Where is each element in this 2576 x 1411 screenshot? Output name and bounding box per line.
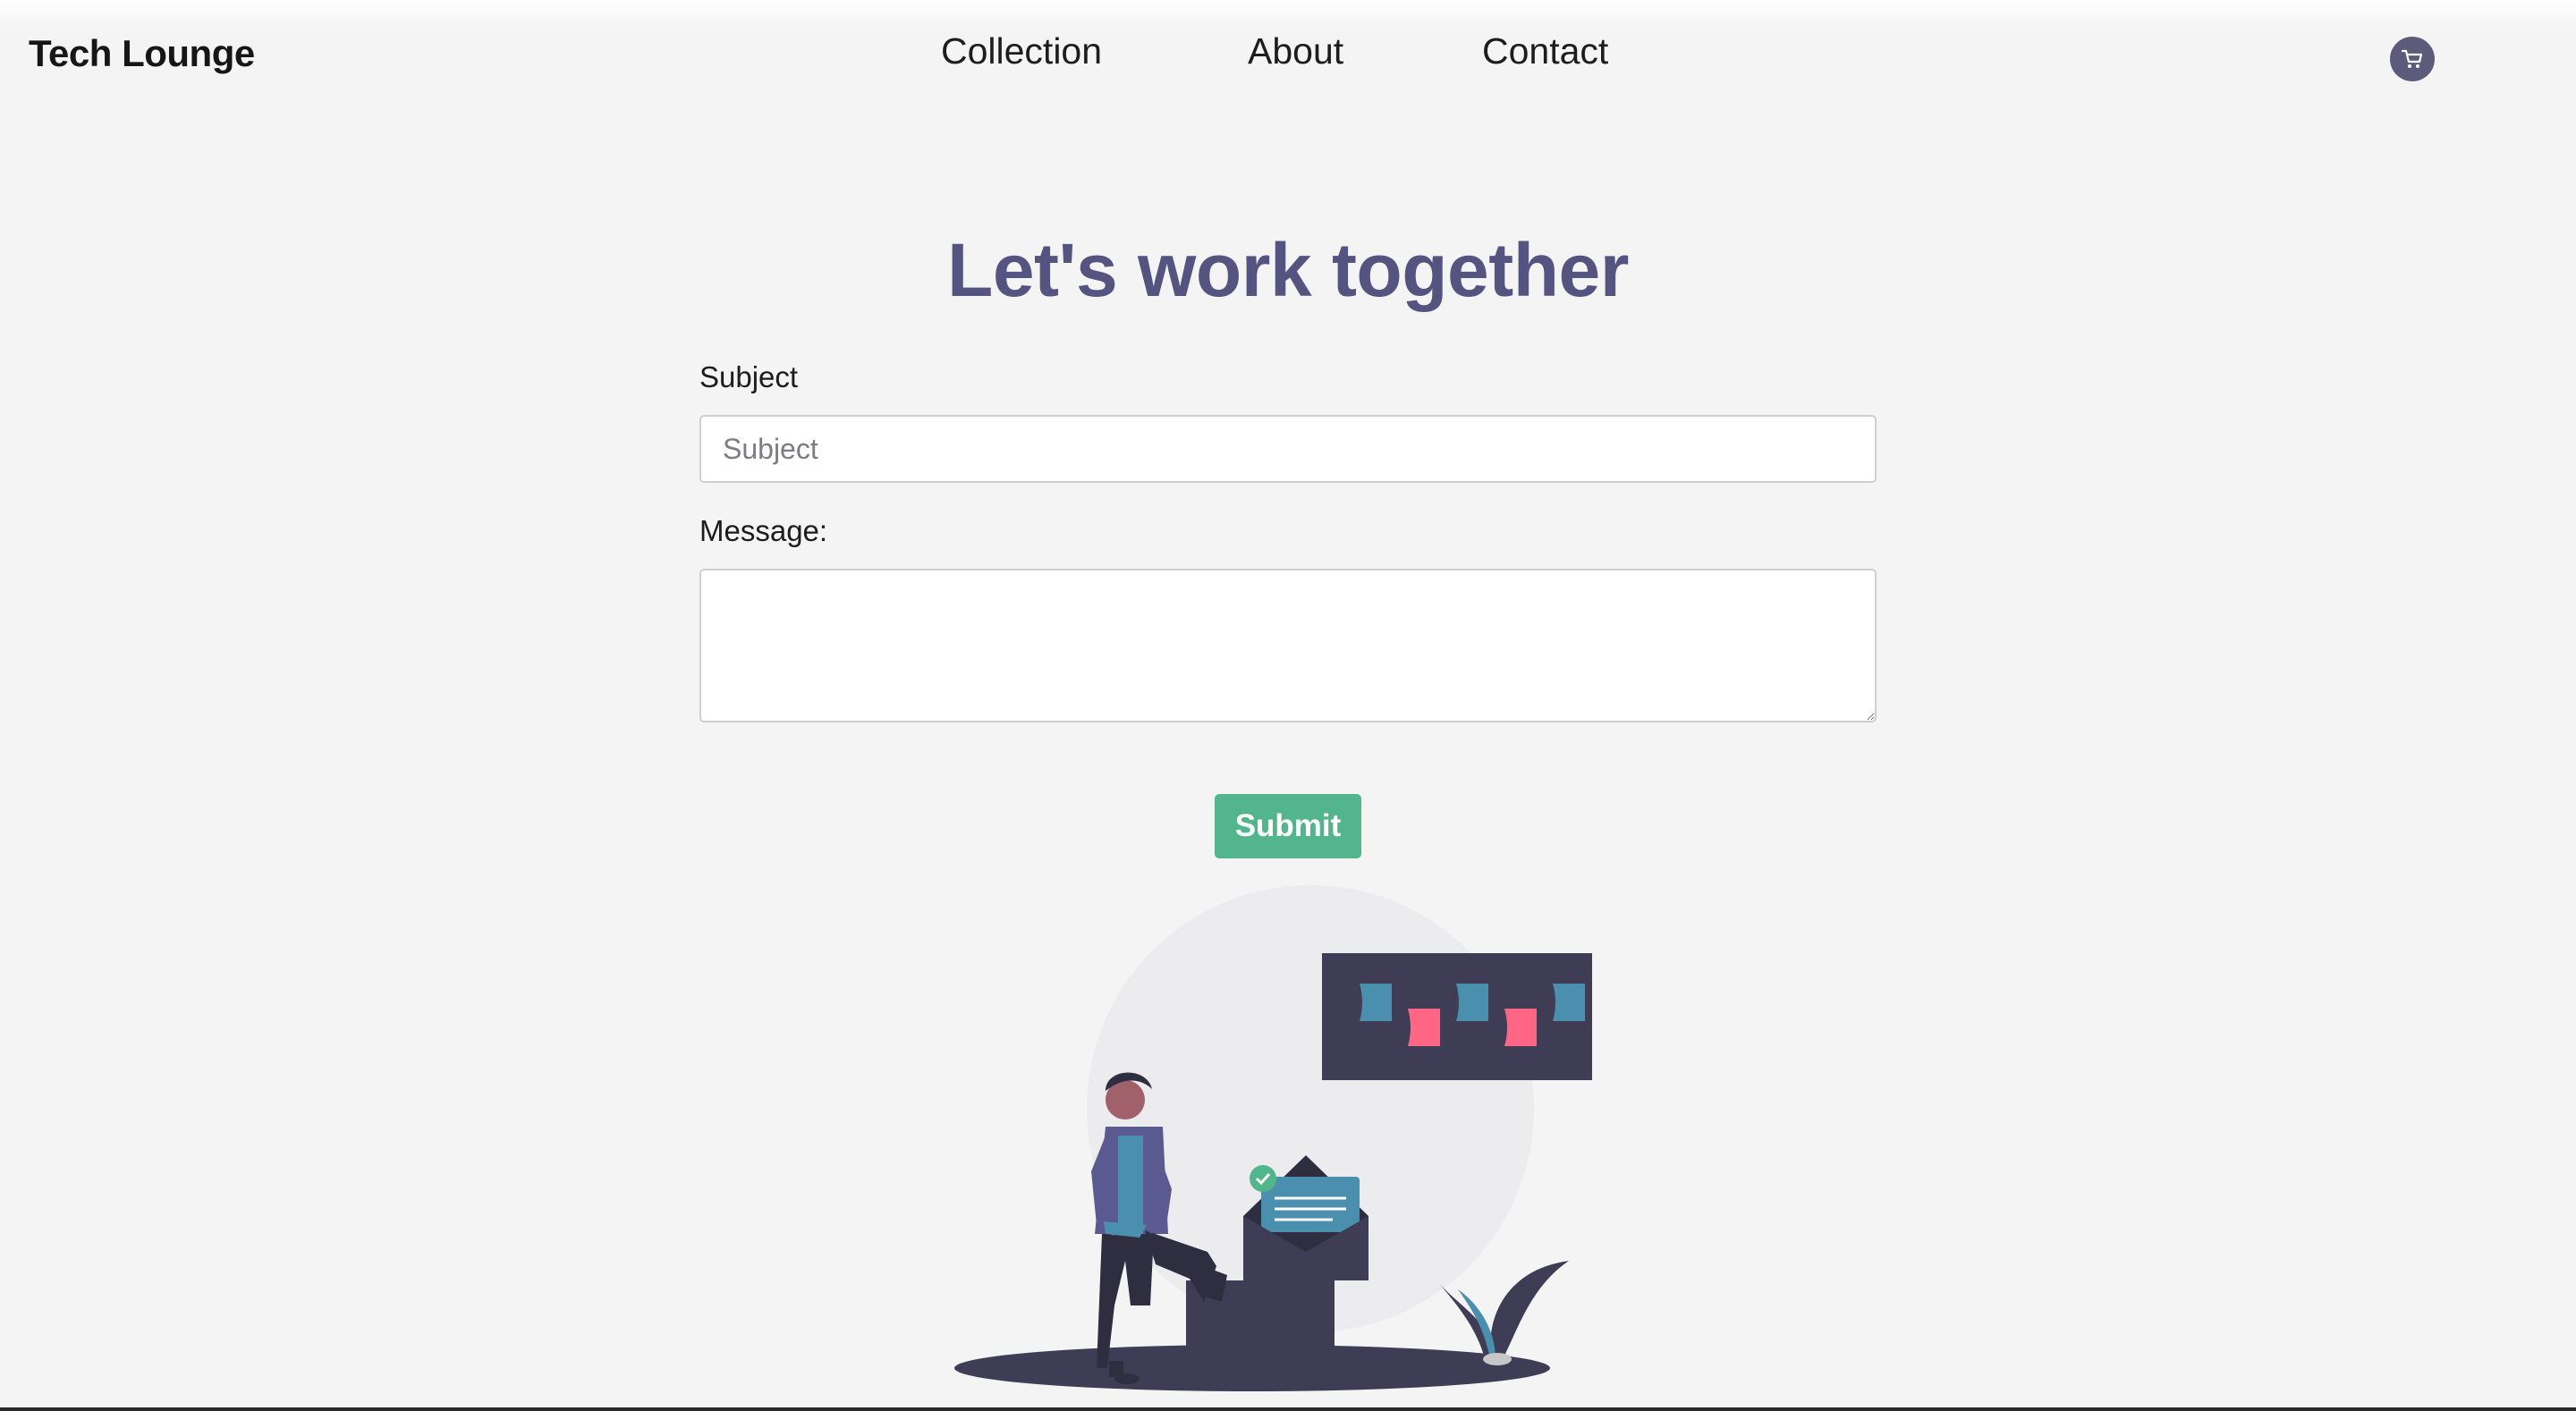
subject-label: Subject (699, 360, 799, 393)
page-title: Let's work together (947, 228, 1629, 312)
bottom-border (0, 1407, 2576, 1411)
checkmark-icon (1250, 1165, 1276, 1192)
contact-illustration (954, 885, 1592, 1391)
nav-link-contact[interactable]: Contact (1482, 30, 1661, 72)
cart-icon (2401, 49, 2423, 68)
submit-button[interactable]: Submit (1215, 794, 1361, 858)
brand-logo[interactable]: Tech Lounge (29, 32, 255, 75)
message-label: Message: (699, 514, 828, 547)
message-textarea[interactable] (699, 569, 1877, 722)
top-bar (0, 0, 2576, 27)
nav-link-collection[interactable]: Collection (941, 30, 1248, 72)
plant-icon (1440, 1261, 1569, 1365)
main-nav: Collection About Contact (941, 30, 1661, 72)
cart-button[interactable] (2390, 37, 2435, 81)
nav-link-about[interactable]: About (1248, 30, 1482, 72)
subject-input[interactable] (699, 415, 1877, 483)
